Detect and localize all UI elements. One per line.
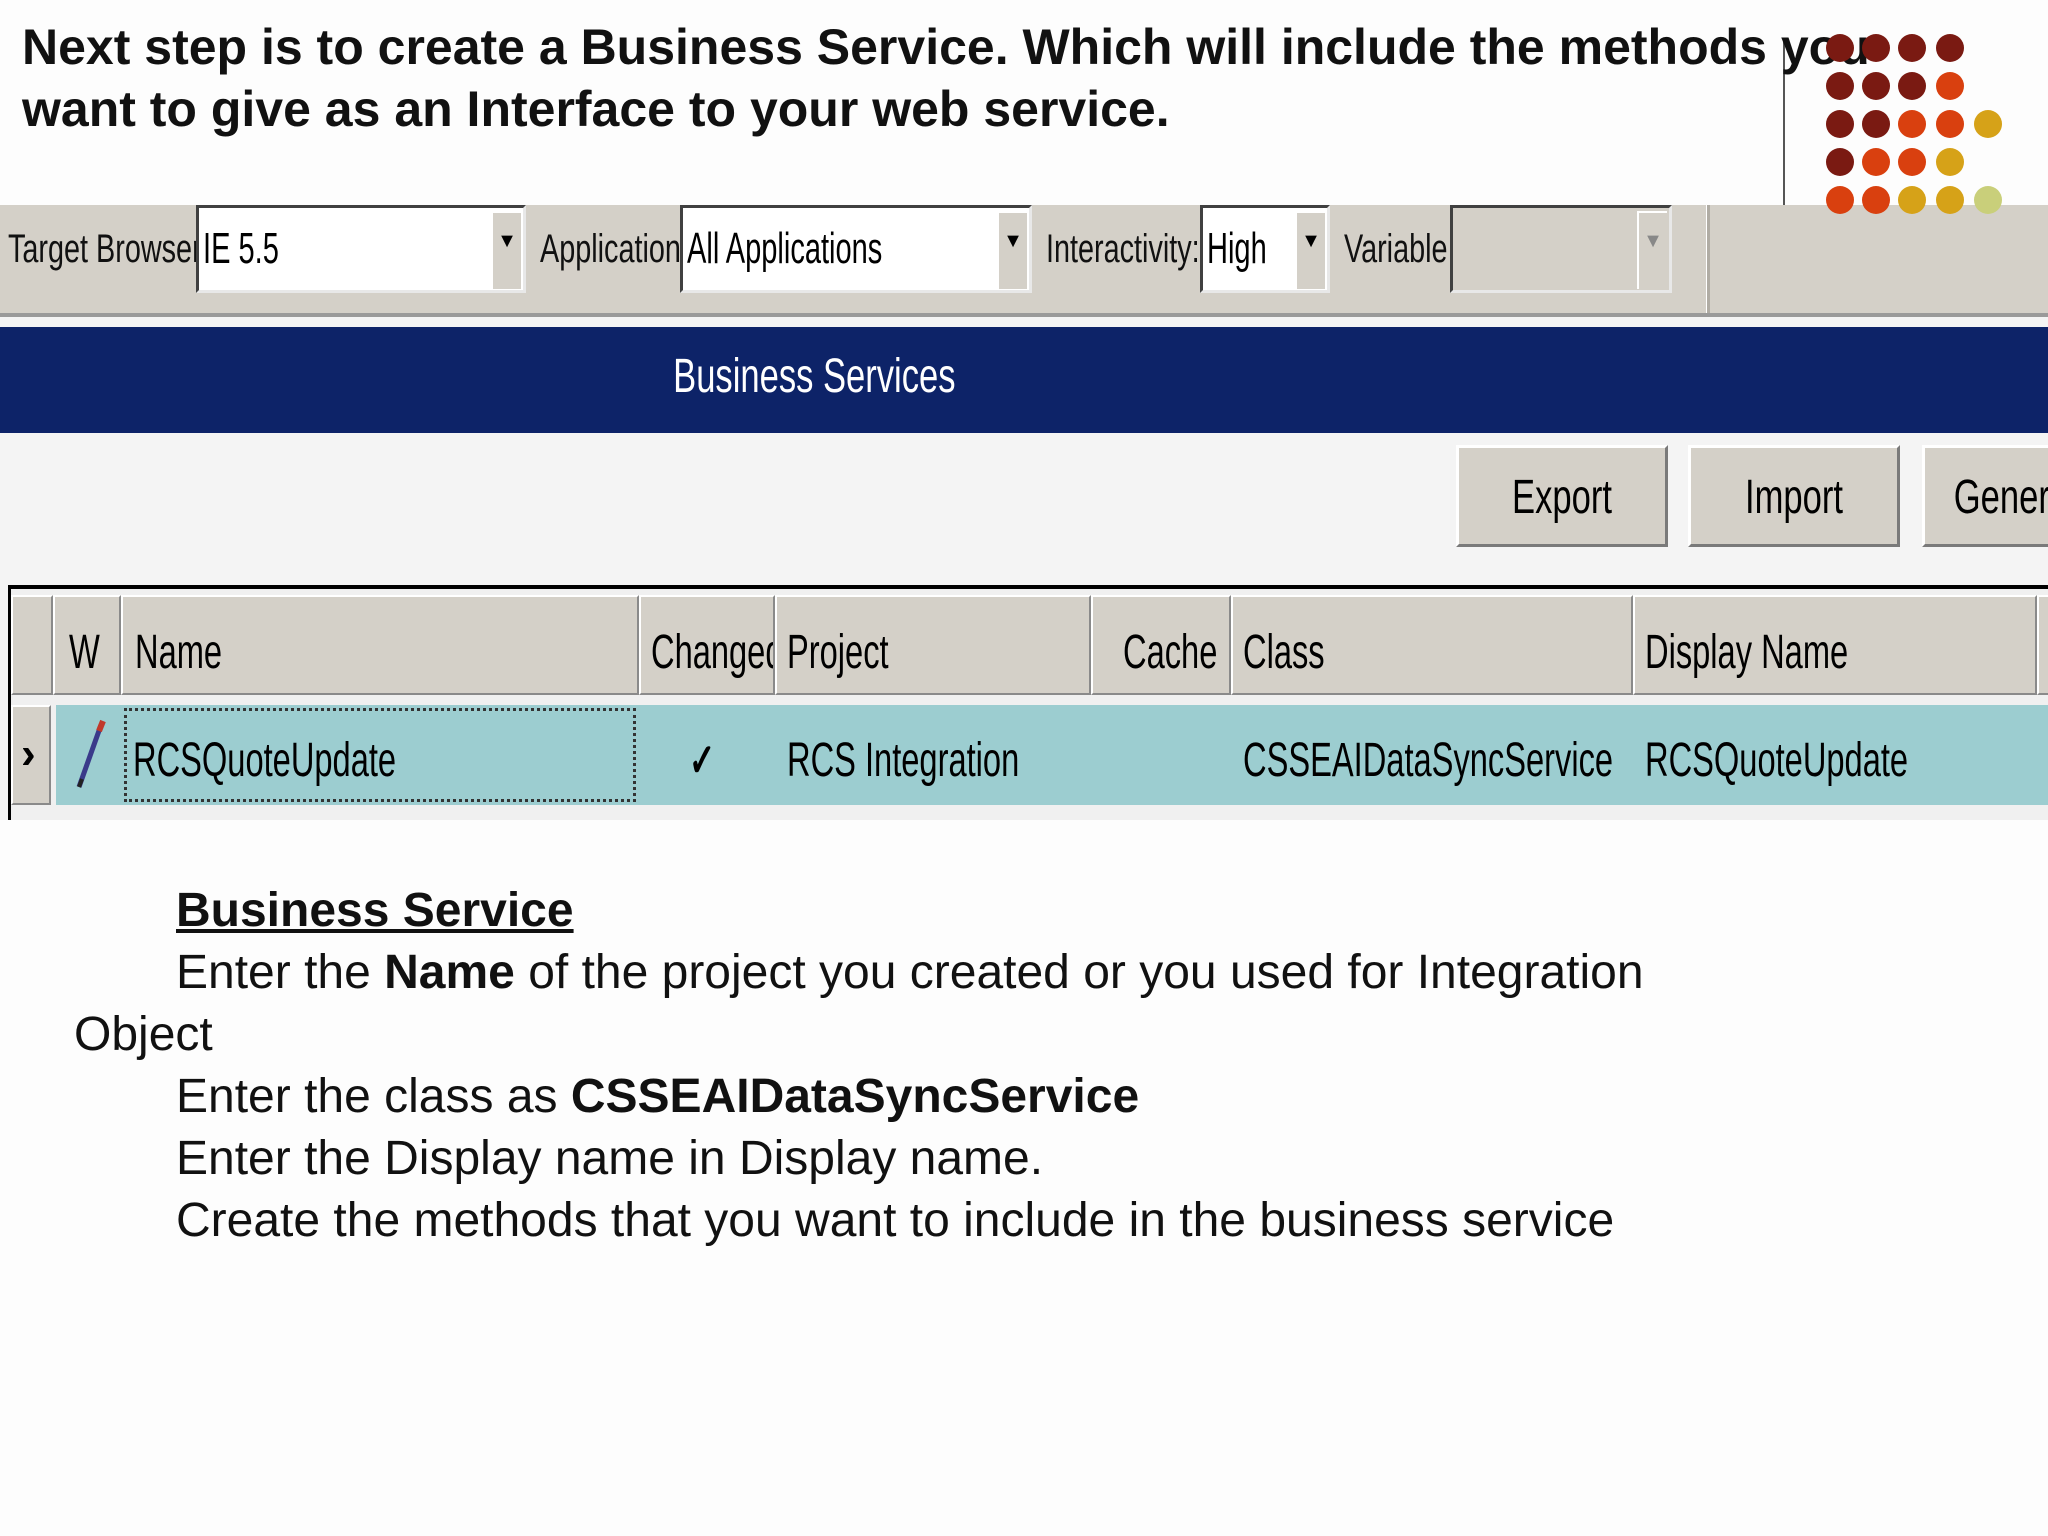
slide-heading: Next step is to create a Business Servic… [22,19,1870,137]
cache-cell[interactable] [1091,705,1231,805]
column-header-w[interactable]: W [53,595,121,695]
dot [1936,148,1964,176]
description-line-4: Create the methods that you want to incl… [176,1194,1615,1247]
variable-select[interactable]: ▼ [1450,205,1672,293]
application-select[interactable]: All Applications ▼ [680,205,1032,293]
siebel-tools-screenshot: Target Browser: IE 5.5 ▼ Application: Al… [0,205,2048,820]
column-header-project[interactable]: Project [775,595,1091,695]
class-cell[interactable]: CSSEAIDataSyncService [1231,705,1633,805]
row-indicator-icon: › [21,729,36,778]
dot [1936,72,1964,100]
variable-label: Variable: [1344,227,1456,271]
business-services-banner: Business Services [0,327,2048,433]
column-header-name[interactable]: Name [121,595,639,695]
export-button[interactable]: Export [1456,445,1668,547]
dot [1862,148,1890,176]
description-line-3: Enter the Display name in Display name. [176,1132,1044,1185]
description-line-1-wrap: Object [74,1008,213,1061]
dropdown-arrow-icon[interactable]: ▼ [997,211,1027,289]
project-cell[interactable]: RCS Integration [775,705,1091,805]
pencil-icon [67,705,117,805]
column-header-class[interactable]: Class [1231,595,1633,695]
dot [1936,34,1964,62]
generate-button[interactable]: Genera [1922,445,2048,547]
row-selector[interactable]: › [11,705,51,805]
display-name-cell[interactable]: RCSQuoteUpdate [1633,705,2037,805]
interactivity-select[interactable]: High ▼ [1200,205,1330,293]
import-button[interactable]: Import [1688,445,1900,547]
banner-title: Business Services [673,350,956,403]
dropdown-arrow-icon[interactable]: ▼ [1295,211,1325,289]
target-browser-select[interactable]: IE 5.5 ▼ [196,205,526,293]
column-header-changed[interactable]: Changed [639,595,775,695]
business-services-grid: W Name Changed Project Cache Class Displ… [8,585,2048,820]
grid-corner-header [11,595,53,695]
changed-cell: ✓ [639,705,775,805]
dot [1826,148,1854,176]
application-label: Application: [540,227,689,271]
dropdown-arrow-icon[interactable]: ▼ [1637,211,1667,289]
description-line-2: Enter the class as CSSEAIDataSyncService [176,1070,1140,1123]
description-title: Business Service [176,884,574,937]
target-browser-label: Target Browser: [8,227,210,271]
filter-toolbar: Target Browser: IE 5.5 ▼ Application: Al… [0,205,2048,317]
interactivity-value: High [1207,224,1267,273]
name-cell[interactable]: RCSQuoteUpdate [121,705,639,805]
import-button-label: Import [1745,471,1843,524]
toolbar-separator [1706,205,1710,313]
column-header-display-name[interactable]: Display Name [1633,595,2037,695]
interactivity-label: Interactivity: [1046,227,1200,271]
column-header-cache[interactable]: Cache [1091,595,1231,695]
generate-button-label: Genera [1953,471,2048,524]
export-button-label: Export [1512,471,1612,524]
checkmark-icon: ✓ [689,734,716,786]
description-line-1: Enter the Name of the project you create… [176,946,1644,999]
column-header-d[interactable]: D [2037,595,2048,695]
dot [1936,110,1964,138]
target-browser-value: IE 5.5 [203,224,279,273]
dot [1898,148,1926,176]
dropdown-arrow-icon[interactable]: ▼ [491,211,521,289]
dot [1974,110,2002,138]
application-value: All Applications [687,224,883,273]
